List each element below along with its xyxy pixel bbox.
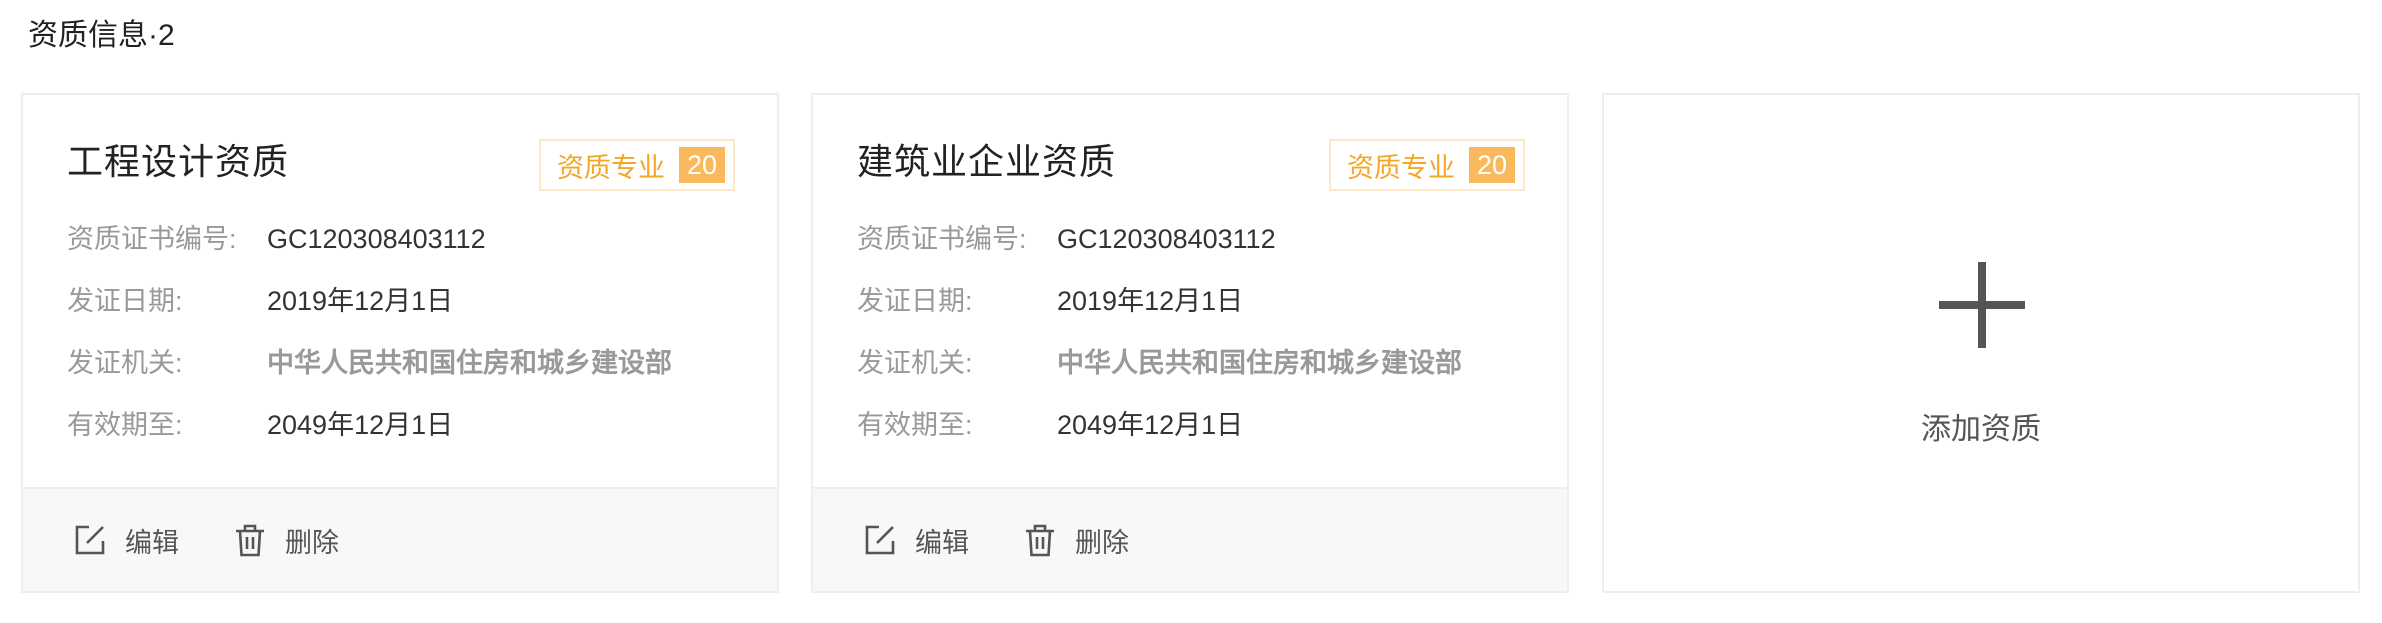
info-value: GC120308403112 bbox=[1057, 224, 1276, 254]
info-row-issue-date: 发证日期: 2019年12月1日 bbox=[67, 281, 453, 321]
edit-button[interactable]: 编辑 bbox=[863, 521, 969, 560]
info-row-issuing-authority: 发证机关: 中华人民共和国住房和城乡建设部 bbox=[67, 343, 672, 383]
specialty-badge: 资质专业 20 bbox=[1328, 139, 1525, 191]
card-footer: 编辑 删除 bbox=[813, 487, 1567, 591]
card-title: 工程设计资质 bbox=[67, 141, 290, 182]
badge-count: 20 bbox=[678, 147, 725, 183]
info-label: 资质证书编号: bbox=[857, 224, 1027, 254]
qualification-card: 建筑业企业资质 资质专业 20 资质证书编号: GC120308403112 发证… bbox=[811, 93, 1569, 593]
card-body: 工程设计资质 资质专业 20 资质证书编号: GC120308403112 发证日… bbox=[23, 95, 777, 491]
edit-label: 编辑 bbox=[915, 527, 969, 558]
edit-icon bbox=[863, 523, 897, 557]
qualification-card: 工程设计资质 资质专业 20 资质证书编号: GC120308403112 发证日… bbox=[21, 93, 779, 593]
info-row-issue-date: 发证日期: 2019年12月1日 bbox=[857, 281, 1243, 321]
add-qualification-label: 添加资质 bbox=[1921, 413, 2041, 446]
edit-label: 编辑 bbox=[125, 527, 179, 558]
plus-icon bbox=[1939, 262, 2025, 348]
info-row-certificate-number: 资质证书编号: GC120308403112 bbox=[857, 219, 1276, 259]
info-value: GC120308403112 bbox=[267, 224, 486, 254]
card-footer: 编辑 删除 bbox=[23, 487, 777, 591]
trash-icon bbox=[233, 523, 267, 557]
delete-label: 删除 bbox=[1075, 527, 1129, 558]
info-value: 2019年12月1日 bbox=[1057, 286, 1244, 316]
trash-icon bbox=[1023, 523, 1057, 557]
info-label: 发证日期: bbox=[67, 286, 183, 316]
info-value: 中华人民共和国住房和城乡建设部 bbox=[267, 348, 672, 378]
info-label: 资质证书编号: bbox=[67, 224, 237, 254]
badge-count: 20 bbox=[1468, 147, 1515, 183]
info-label: 有效期至: bbox=[67, 410, 183, 440]
info-row-valid-until: 有效期至: 2049年12月1日 bbox=[67, 405, 453, 445]
info-row-valid-until: 有效期至: 2049年12月1日 bbox=[857, 405, 1243, 445]
card-body: 建筑业企业资质 资质专业 20 资质证书编号: GC120308403112 发证… bbox=[813, 95, 1567, 491]
edit-button[interactable]: 编辑 bbox=[73, 521, 179, 560]
add-qualification-card[interactable]: 添加资质 bbox=[1602, 93, 2360, 593]
info-label: 发证日期: bbox=[857, 286, 973, 316]
badge-label: 资质专业 bbox=[556, 152, 665, 183]
edit-icon bbox=[73, 523, 107, 557]
info-label: 发证机关: bbox=[67, 348, 183, 378]
info-label: 发证机关: bbox=[857, 348, 973, 378]
delete-label: 删除 bbox=[285, 527, 339, 558]
section-title: 资质信息·2 bbox=[28, 19, 175, 52]
info-row-issuing-authority: 发证机关: 中华人民共和国住房和城乡建设部 bbox=[857, 343, 1462, 383]
info-value: 2049年12月1日 bbox=[267, 410, 454, 440]
badge-label: 资质专业 bbox=[1346, 152, 1455, 183]
card-title: 建筑业企业资质 bbox=[857, 141, 1117, 182]
specialty-badge: 资质专业 20 bbox=[538, 139, 735, 191]
info-value: 2049年12月1日 bbox=[1057, 410, 1244, 440]
delete-button[interactable]: 删除 bbox=[233, 521, 339, 560]
info-value: 中华人民共和国住房和城乡建设部 bbox=[1057, 348, 1462, 378]
info-row-certificate-number: 资质证书编号: GC120308403112 bbox=[67, 219, 486, 259]
info-value: 2019年12月1日 bbox=[267, 286, 454, 316]
delete-button[interactable]: 删除 bbox=[1023, 521, 1129, 560]
info-label: 有效期至: bbox=[857, 410, 973, 440]
